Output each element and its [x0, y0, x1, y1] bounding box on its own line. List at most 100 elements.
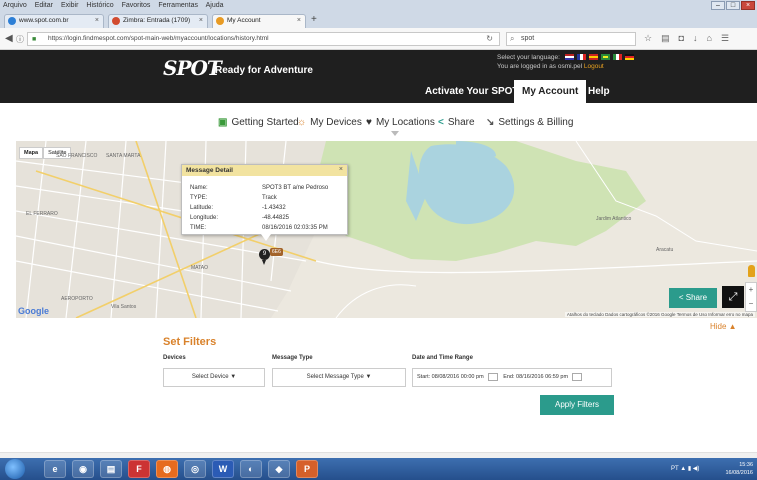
reading-list-icon[interactable]: ▤: [661, 33, 670, 44]
zoom-out-button[interactable]: −: [746, 297, 756, 311]
detail-label-type: TYPE:: [190, 195, 208, 201]
taskbar-app-tool[interactable]: ◆: [268, 460, 290, 478]
search-icon: ⌕: [510, 34, 515, 43]
date-range-label: Date and Time Range: [412, 355, 473, 361]
tab-label: www.spot.com.br: [19, 17, 69, 24]
close-window-button[interactable]: ×: [741, 1, 755, 10]
logout-link[interactable]: Logout: [584, 63, 604, 70]
reload-icon[interactable]: ↻: [486, 33, 493, 45]
language-selector: Select your language:: [497, 54, 634, 61]
spot-logo[interactable]: SPOT: [163, 56, 222, 80]
flag-fr-icon[interactable]: [576, 54, 586, 61]
taskbar-app-paint[interactable]: ◐: [240, 460, 262, 478]
subnav-my-devices[interactable]: ☼ My Devices: [297, 117, 362, 128]
menu-icon[interactable]: ☰: [721, 33, 729, 44]
subnav-settings-billing[interactable]: ↘ Settings & Billing: [486, 117, 573, 128]
hide-filters-link[interactable]: Hide ▲: [710, 322, 737, 331]
message-type-select[interactable]: Select Message Type ▼: [272, 368, 406, 387]
nav-my-account[interactable]: My Account: [514, 80, 587, 103]
flag-de-icon[interactable]: [624, 54, 634, 61]
message-detail-title: Message Detail: [182, 165, 347, 176]
taskbar-app-word[interactable]: W: [212, 460, 234, 478]
filters-title: Set Filters: [163, 336, 217, 348]
pocket-icon[interactable]: ◘: [679, 33, 684, 44]
subnav-getting-started[interactable]: ▣ Getting Started: [218, 117, 299, 128]
location-marker[interactable]: 9: [259, 249, 270, 265]
end-date-input[interactable]: End: 08/16/2016 06:59 pm: [503, 374, 568, 380]
flag-es-icon[interactable]: [588, 54, 598, 61]
google-logo[interactable]: Google: [18, 306, 49, 316]
menu-item-tools[interactable]: Ferramentas: [158, 2, 198, 9]
marker-badge[interactable]: 6E6: [270, 248, 283, 256]
map-label: Jardim Atlantico: [596, 216, 632, 222]
map-share-button[interactable]: < Share: [669, 288, 717, 308]
flag-us-icon[interactable]: [564, 54, 574, 61]
apply-filters-button[interactable]: Apply Filters: [540, 395, 614, 415]
getting-started-icon: ▣: [218, 117, 228, 128]
taskbar-app-media[interactable]: ◉: [72, 460, 94, 478]
nav-help[interactable]: Help: [588, 80, 610, 103]
back-arrow-icon[interactable]: ◀: [5, 33, 13, 44]
menu-item-history[interactable]: Histórico: [86, 2, 113, 9]
detail-label-longitude: Longitude:: [190, 215, 219, 221]
tab-zimbra[interactable]: Zimbra: Entrada (1709) ×: [108, 14, 208, 28]
tab-my-account[interactable]: My Account ×: [212, 14, 306, 28]
bookmark-star-icon[interactable]: ☆: [644, 33, 652, 44]
spot-favicon-icon: [216, 17, 224, 25]
system-tray-icons[interactable]: PT ▲ ▮ ◀): [671, 465, 699, 472]
fullscreen-icon[interactable]: ⤢: [722, 286, 744, 308]
detail-value-longitude: -48.44825: [262, 215, 290, 221]
new-tab-button[interactable]: +: [311, 14, 317, 25]
calendar-icon[interactable]: [572, 372, 583, 381]
map-type-map-button[interactable]: Mapa: [19, 147, 44, 159]
zoom-in-button[interactable]: +: [746, 283, 756, 297]
taskbar-app-ie[interactable]: e: [44, 460, 66, 478]
subnav-label: Getting Started: [231, 117, 299, 128]
marker-number: 9: [259, 249, 270, 260]
zimbra-favicon-icon: [112, 17, 120, 25]
info-icon[interactable]: ⓘ: [16, 34, 24, 45]
taskbar-app-chrome[interactable]: ◎: [184, 460, 206, 478]
close-popup-icon[interactable]: ×: [339, 166, 343, 173]
tab-close-icon[interactable]: ×: [199, 15, 203, 27]
menu-item-edit[interactable]: Editar: [35, 2, 53, 9]
menu-item-file[interactable]: Arquivo: [3, 2, 27, 9]
nav-activate-spot[interactable]: Activate Your SPOT: [425, 80, 519, 103]
search-input[interactable]: ⌕ spot: [506, 32, 636, 46]
taskbar-app-explorer[interactable]: ▤: [100, 460, 122, 478]
flag-br-icon[interactable]: [600, 54, 610, 61]
menu-item-favorites[interactable]: Favoritos: [122, 2, 151, 9]
subnav-my-locations[interactable]: ♥ My Locations: [366, 117, 435, 128]
home-icon[interactable]: ⌂: [707, 33, 712, 44]
start-button[interactable]: [5, 459, 25, 479]
street-view-pegman-icon[interactable]: [748, 265, 755, 277]
tab-close-icon[interactable]: ×: [95, 15, 99, 27]
subnav-share[interactable]: < Share: [438, 117, 475, 128]
location-pin-icon: ♥: [366, 117, 372, 128]
url-bar[interactable]: ■ https://login.findmespot.com/spot-main…: [27, 32, 500, 46]
menu-item-view[interactable]: Exibir: [61, 2, 79, 9]
start-date-input[interactable]: Start: 08/08/2016 00:00 pm: [417, 374, 484, 380]
tab-label: Zimbra: Entrada (1709): [123, 17, 191, 24]
taskbar-clock[interactable]: 15:36 16/08/2016: [725, 461, 753, 477]
detail-value-type: Track: [262, 195, 277, 201]
device-select[interactable]: Select Device ▼: [163, 368, 265, 387]
account-subnav: ▣ Getting Started ☼ My Devices ♥ My Locatio…: [0, 103, 757, 141]
download-icon[interactable]: ↓: [693, 33, 698, 44]
tab-close-icon[interactable]: ×: [297, 15, 301, 27]
taskbar-app-firefox[interactable]: ◍: [156, 460, 178, 478]
detail-label-name: Name:: [190, 185, 208, 191]
calendar-icon[interactable]: [487, 372, 498, 381]
browser-menubar: Arquivo Editar Exibir Histórico Favorito…: [0, 0, 757, 11]
subnav-label: Share: [447, 117, 475, 128]
menu-item-help[interactable]: Ajuda: [206, 2, 224, 9]
minimize-button[interactable]: –: [711, 1, 725, 10]
taskbar-app-filezilla[interactable]: F: [128, 460, 150, 478]
maximize-button[interactable]: □: [726, 1, 740, 10]
tab-spot[interactable]: www.spot.com.br ×: [4, 14, 104, 28]
map-attribution[interactable]: Atalhos do teclado Dados cartográficos ©…: [564, 312, 755, 317]
flag-it-icon[interactable]: [612, 54, 622, 61]
map-canvas[interactable]: Mapa Satélite SAO FRANCISCO SANTA MARTA …: [16, 141, 757, 318]
subnav-label: My Devices: [310, 117, 362, 128]
taskbar-app-powerpoint[interactable]: P: [296, 460, 318, 478]
